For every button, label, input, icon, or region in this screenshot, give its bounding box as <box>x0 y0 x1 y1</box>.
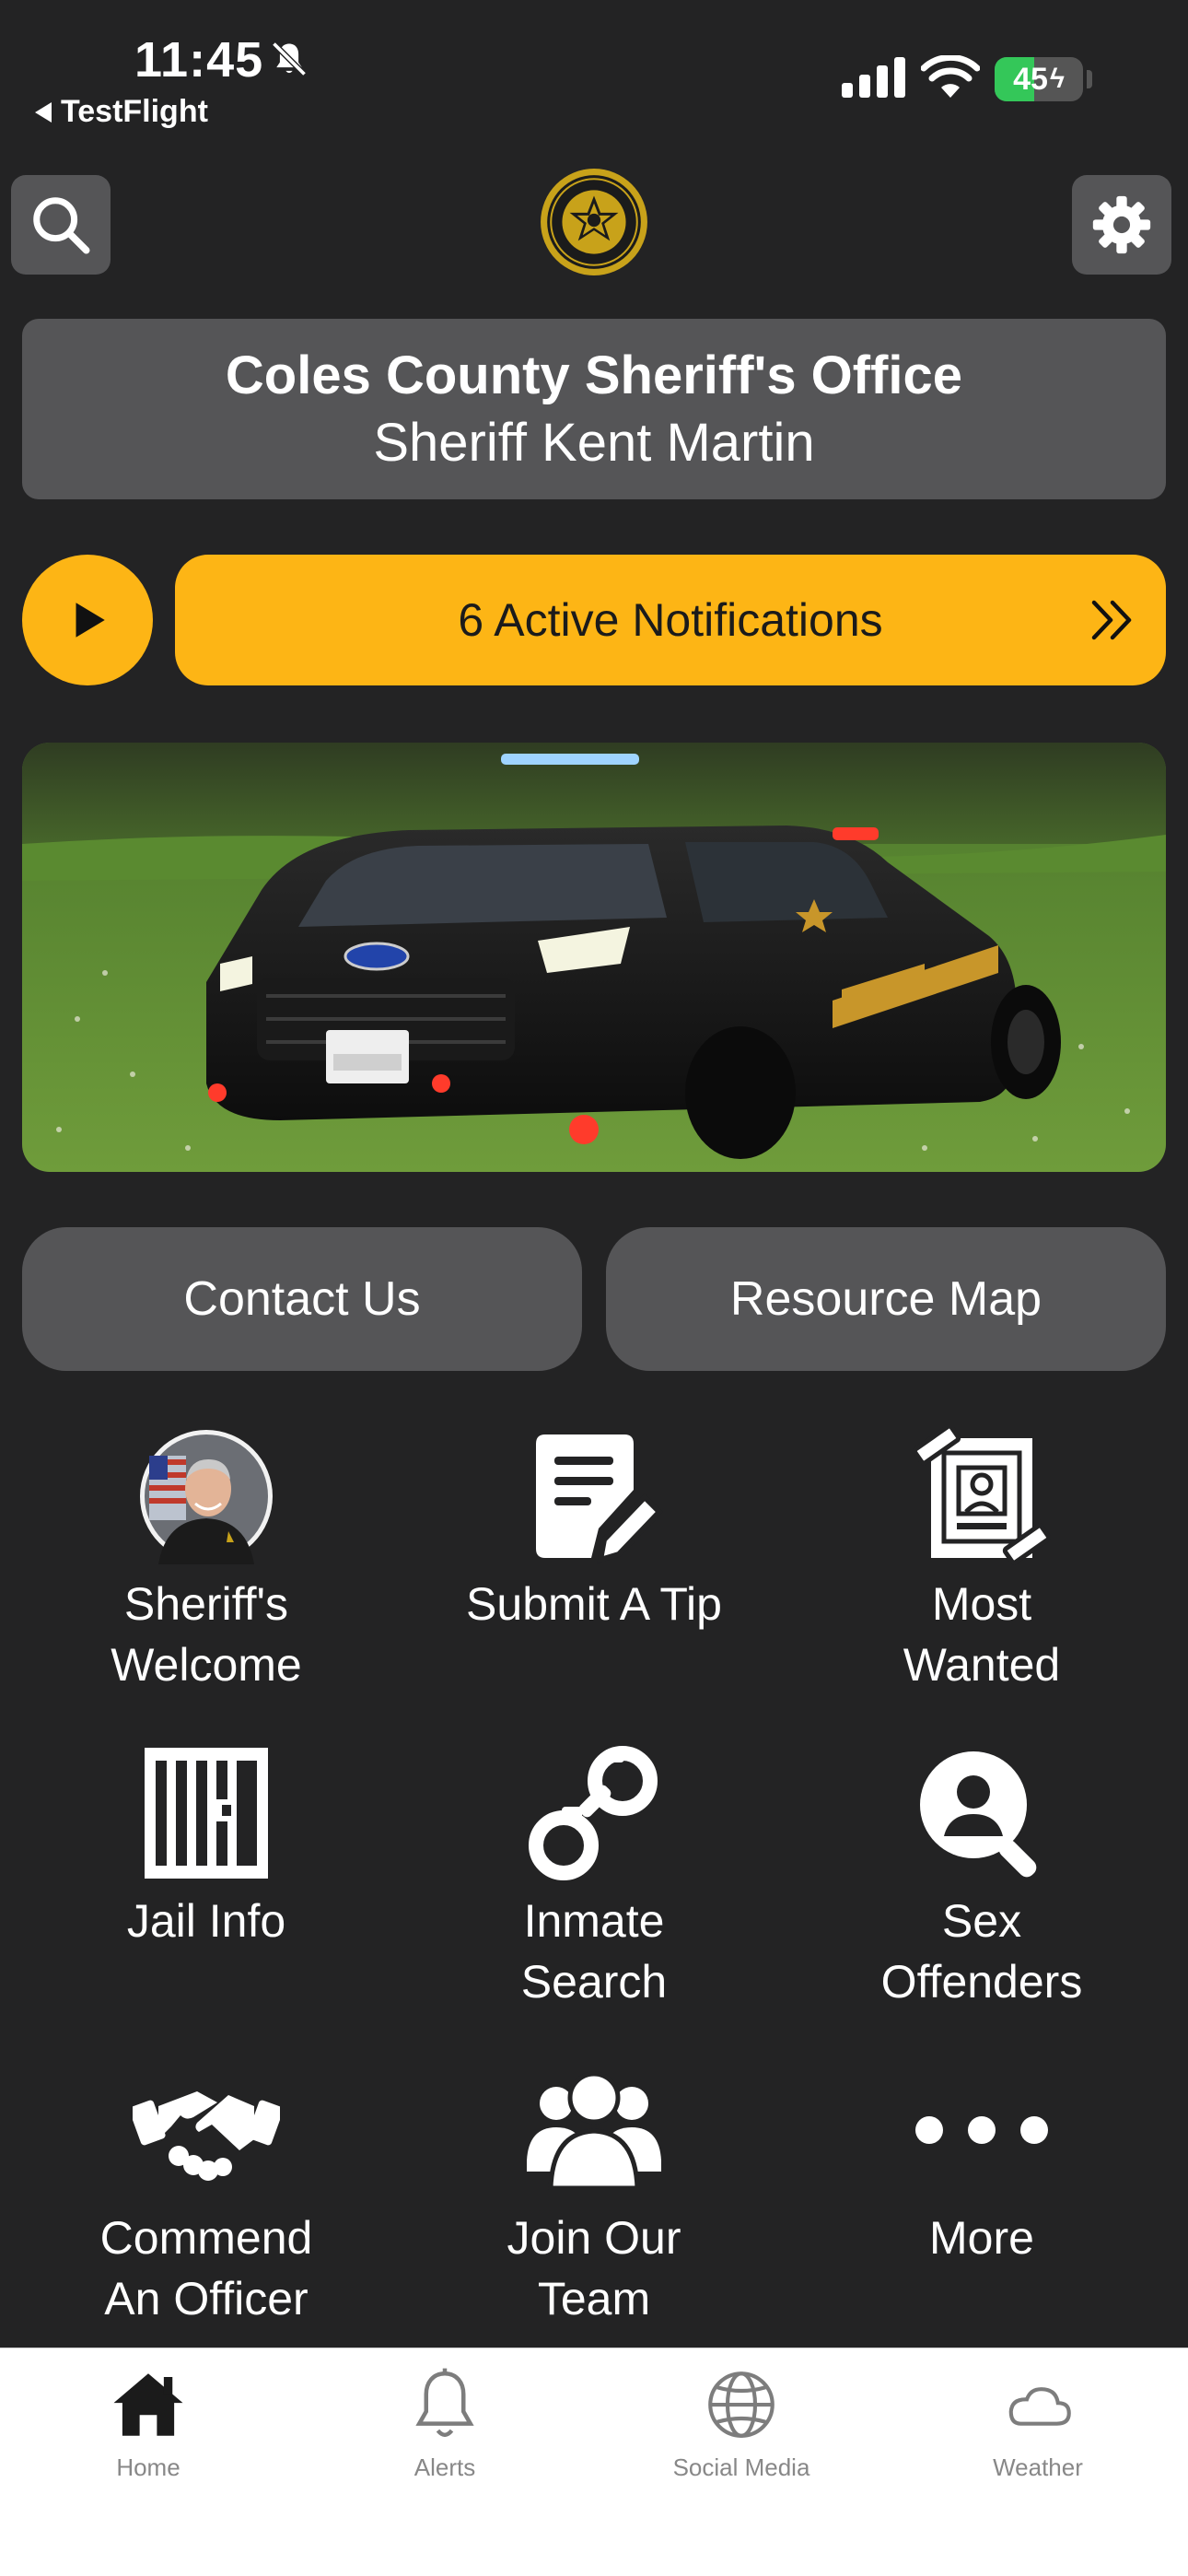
tile-label: More <box>929 2212 1034 2264</box>
back-arrow-icon <box>35 101 52 123</box>
bottom-tab-bar: Home Alerts Social Media Weather <box>0 2348 1188 2576</box>
tile-label: Inmate Search <box>520 1895 668 2008</box>
tab-alerts[interactable]: Alerts <box>297 2363 593 2482</box>
agency-header-card: Coles County Sheriff's Office Sheriff Ke… <box>22 319 1166 499</box>
cellular-signal-icon <box>842 57 905 98</box>
tile-label: Most Wanted <box>903 1578 1061 1691</box>
back-app-label: TestFlight <box>61 94 208 129</box>
battery-percent: 45 <box>1013 61 1048 97</box>
sheriff-portrait-icon <box>140 1430 273 1564</box>
contact-us-button[interactable]: Contact Us <box>22 1227 582 1371</box>
play-icon <box>76 603 105 638</box>
most-wanted-tile[interactable]: Most Wanted <box>788 1423 1175 1695</box>
tab-label: Alerts <box>413 2453 476 2481</box>
status-time: 11:45 <box>134 32 264 88</box>
battery-indicator: 45 ϟ <box>995 57 1083 101</box>
agency-title: Coles County Sheriff's Office <box>225 345 963 405</box>
jail-info-tile[interactable]: Jail Info <box>13 1739 400 1951</box>
settings-button[interactable] <box>1072 175 1171 275</box>
handshake-icon <box>133 2091 280 2181</box>
jail-bars-icon <box>145 1748 268 1879</box>
bell-icon <box>415 2368 474 2438</box>
submit-a-tip-tile[interactable]: Submit A Tip <box>401 1423 787 1634</box>
tile-label: Jail Info <box>126 1895 286 1947</box>
commend-an-officer-tile[interactable]: Commend An Officer <box>13 2056 400 2329</box>
tab-label: Weather <box>993 2453 1083 2481</box>
search-icon <box>33 197 90 254</box>
handcuffs-icon <box>529 1746 658 1880</box>
gear-icon <box>1092 195 1151 254</box>
users-group-icon <box>527 2071 661 2190</box>
sheriff-vehicle-photo <box>22 743 1166 1172</box>
resource-map-button[interactable]: Resource Map <box>606 1227 1166 1371</box>
tile-label: Commend An Officer <box>99 2212 313 2324</box>
more-tile[interactable]: More <box>788 2056 1175 2268</box>
sheriff-badge-logo <box>541 169 647 275</box>
tab-label: Social Media <box>672 2453 810 2481</box>
sex-offenders-tile[interactable]: Sex Offenders <box>788 1739 1175 2012</box>
note-pen-icon <box>536 1434 663 1564</box>
more-dots-icon <box>915 2116 1048 2144</box>
play-button[interactable] <box>22 555 153 685</box>
sheriffs-welcome-tile[interactable]: Sheriff's Welcome <box>13 1423 400 1695</box>
back-to-app-link[interactable]: TestFlight <box>35 94 208 130</box>
battery-nub <box>1087 70 1092 88</box>
join-our-team-tile[interactable]: Join Our Team <box>401 2056 787 2329</box>
tab-social-media[interactable]: Social Media <box>593 2363 890 2482</box>
double-chevron-right-icon <box>1091 600 1132 640</box>
globe-icon <box>708 2371 775 2438</box>
search-button[interactable] <box>11 175 111 275</box>
bell-off-icon <box>272 41 307 76</box>
sheriff-name: Sheriff Kent Martin <box>373 413 815 473</box>
tile-label: Sheriff's Welcome <box>111 1578 302 1691</box>
tab-weather[interactable]: Weather <box>890 2363 1186 2482</box>
wifi-icon <box>921 55 980 98</box>
tab-home[interactable]: Home <box>0 2363 297 2482</box>
inmate-search-tile[interactable]: Inmate Search <box>401 1739 787 2012</box>
cloud-icon <box>1008 2387 1071 2426</box>
charging-bolt-icon: ϟ <box>1049 64 1065 94</box>
wanted-poster-icon <box>913 1427 1051 1565</box>
status-bar: 11:45 TestFlight 45 ϟ <box>0 0 1188 147</box>
tab-label: Home <box>116 2453 181 2481</box>
active-notifications-button[interactable]: 6 Active Notifications <box>175 555 1166 685</box>
home-icon <box>113 2373 183 2436</box>
notifications-label: 6 Active Notifications <box>458 594 883 646</box>
tile-label: Join Our Team <box>507 2212 681 2324</box>
tile-label: Sex Offenders <box>880 1895 1083 2008</box>
tile-label: Submit A Tip <box>466 1578 722 1630</box>
user-search-icon <box>920 1751 1037 1878</box>
